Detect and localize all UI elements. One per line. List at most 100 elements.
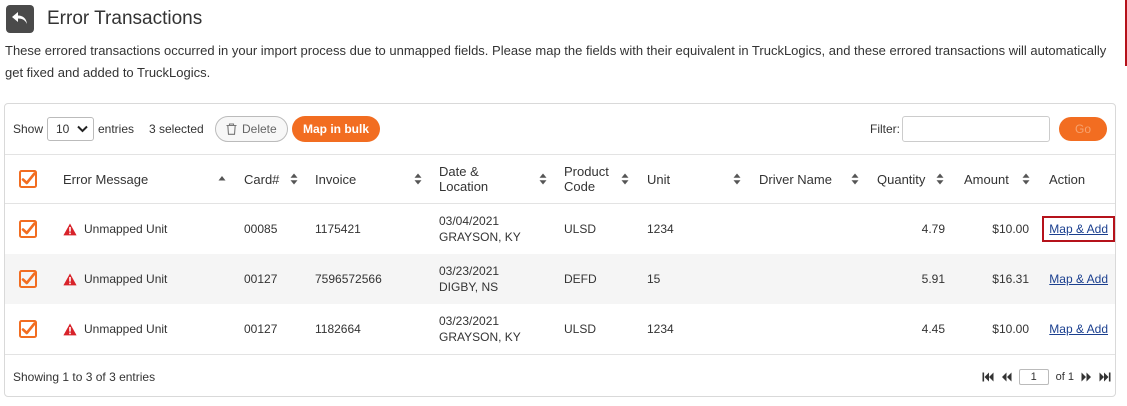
row-checkbox[interactable]	[19, 254, 37, 304]
cell-error-message: Unmapped Unit	[84, 322, 168, 336]
sort-arrows-icon[interactable]	[539, 155, 547, 203]
cell-amount: $16.31	[992, 272, 1029, 286]
cell-amount: $10.00	[992, 222, 1029, 236]
filter-input-wrap	[902, 104, 1050, 154]
header-quantity[interactable]: Quantity	[877, 155, 925, 203]
cell-date: 03/04/2021	[439, 214, 500, 228]
entries-select-value: 10	[56, 122, 70, 136]
cell-error-message: Unmapped Unit	[84, 272, 168, 286]
cell-card: 00085	[244, 222, 278, 236]
back-arrow-icon	[12, 12, 27, 24]
map-and-add-link[interactable]: Map & Add	[1042, 216, 1115, 242]
header-invoice[interactable]: Invoice	[315, 155, 356, 203]
checkbox-checked-icon	[19, 170, 37, 188]
checkbox-checked-icon	[19, 320, 37, 338]
selected-count: 3 selected	[149, 122, 204, 136]
row-checkbox[interactable]	[19, 204, 37, 254]
warning-triangle-icon	[63, 304, 77, 354]
back-button[interactable]	[6, 5, 34, 33]
page-description: These errored transactions occurred in y…	[5, 43, 1107, 80]
row-checkbox[interactable]	[19, 304, 37, 354]
select-all-checkbox[interactable]	[19, 155, 37, 203]
cell-invoice: 7596572566	[315, 272, 382, 286]
header-driver-name[interactable]: Driver Name	[759, 155, 832, 203]
sort-arrows-icon[interactable]	[733, 155, 741, 203]
sort-arrows-icon[interactable]	[414, 155, 422, 203]
header-product-code[interactable]: Product Code	[564, 155, 609, 203]
cell-unit: 15	[647, 272, 661, 286]
warning-triangle-icon	[63, 254, 77, 304]
map-in-bulk-button[interactable]: Map in bulk	[292, 116, 380, 142]
sort-up-icon[interactable]	[218, 155, 226, 203]
header-product: Product	[564, 164, 609, 179]
header-unit[interactable]: Unit	[647, 155, 670, 203]
table-row: Unmapped Unit 00085 1175421 03/04/2021 G…	[5, 204, 1115, 254]
last-page-icon[interactable]	[1099, 372, 1111, 382]
sort-arrows-icon[interactable]	[621, 155, 629, 203]
cell-date: 03/23/2021	[439, 314, 500, 328]
map-and-add-link[interactable]: Map & Add	[1049, 271, 1108, 287]
page-of-label: of 1	[1055, 371, 1074, 383]
trash-icon	[226, 123, 237, 135]
header-action: Action	[1049, 171, 1086, 187]
cell-date-location: 03/04/2021 GRAYSON, KY	[439, 204, 521, 254]
delete-button[interactable]: Delete	[215, 116, 288, 142]
cell-date-location: 03/23/2021 GRAYSON, KY	[439, 304, 521, 354]
next-page-icon[interactable]	[1081, 372, 1092, 382]
page-number-input[interactable]: 1	[1018, 369, 1049, 385]
cell-action: Map & Add	[1035, 254, 1108, 304]
warning-triangle-icon	[63, 204, 77, 254]
show-label: Show	[13, 122, 44, 136]
cell-unit: 1234	[647, 322, 674, 336]
cell-amount: $10.00	[992, 322, 1029, 336]
cell-quantity: 4.45	[921, 322, 945, 336]
header-date: Date &	[439, 164, 479, 179]
delete-label: Delete	[242, 122, 277, 136]
table-row: Unmapped Unit 00127 7596572566 03/23/202…	[5, 254, 1115, 304]
entries-info: Showing 1 to 3 of 3 entries	[13, 370, 156, 384]
sort-arrows-icon[interactable]	[290, 155, 298, 203]
cell-card: 00127	[244, 272, 278, 286]
header-date-location[interactable]: Date & Location	[439, 155, 488, 203]
go-button-wrap: Go	[1059, 104, 1107, 154]
prev-page-icon[interactable]	[1001, 372, 1012, 382]
delete-button-wrap: Delete	[215, 104, 288, 154]
header-amount[interactable]: Amount	[964, 155, 1009, 203]
cell-action: Map & Add	[1035, 204, 1115, 254]
table-row: Unmapped Unit 00127 1182664 03/23/2021 G…	[5, 304, 1115, 354]
cell-error-message: Unmapped Unit	[84, 222, 168, 236]
header-error-message[interactable]: Error Message	[63, 155, 148, 203]
map-and-add-link[interactable]: Map & Add	[1049, 321, 1108, 337]
cell-location: DIGBY, NS	[439, 280, 499, 294]
entries-label: entries	[98, 122, 135, 136]
cell-invoice: 1175421	[315, 222, 361, 236]
cell-product-code: ULSD	[564, 322, 597, 336]
cell-unit: 1234	[647, 222, 674, 236]
page-header: Error Transactions	[6, 4, 202, 34]
entries-select[interactable]: 10	[47, 117, 94, 141]
header-card[interactable]: Card#	[244, 155, 279, 203]
sort-arrows-icon[interactable]	[851, 155, 859, 203]
table-footer: Showing 1 to 3 of 3 entries 1 of 1	[5, 354, 1115, 398]
cell-location: GRAYSON, KY	[439, 230, 521, 244]
chevron-down-icon	[77, 125, 88, 133]
cell-date: 03/23/2021	[439, 264, 500, 278]
cell-card: 00127	[244, 322, 278, 336]
first-page-icon[interactable]	[982, 372, 994, 382]
sort-arrows-icon[interactable]	[1022, 155, 1030, 203]
filter-label: Filter:	[870, 122, 900, 136]
filter-input[interactable]	[902, 116, 1050, 142]
header-code: Code	[564, 179, 596, 194]
bulk-button-wrap: Map in bulk	[292, 104, 380, 154]
sort-arrows-icon[interactable]	[936, 155, 944, 203]
cell-date-location: 03/23/2021 DIGBY, NS	[439, 254, 499, 304]
table-toolbar: Show 10 entries 3 selected Delete Map in…	[5, 104, 1115, 154]
cell-quantity: 5.91	[921, 272, 945, 286]
cell-product-code: DEFD	[564, 272, 597, 286]
table-header: Error Message Card# Invoice Date & Locat…	[5, 154, 1115, 204]
entries-select-wrap: 10	[47, 104, 94, 154]
checkbox-checked-icon	[19, 270, 37, 288]
go-button[interactable]: Go	[1059, 117, 1107, 141]
cell-product-code: ULSD	[564, 222, 597, 236]
cell-invoice: 1182664	[315, 322, 361, 336]
